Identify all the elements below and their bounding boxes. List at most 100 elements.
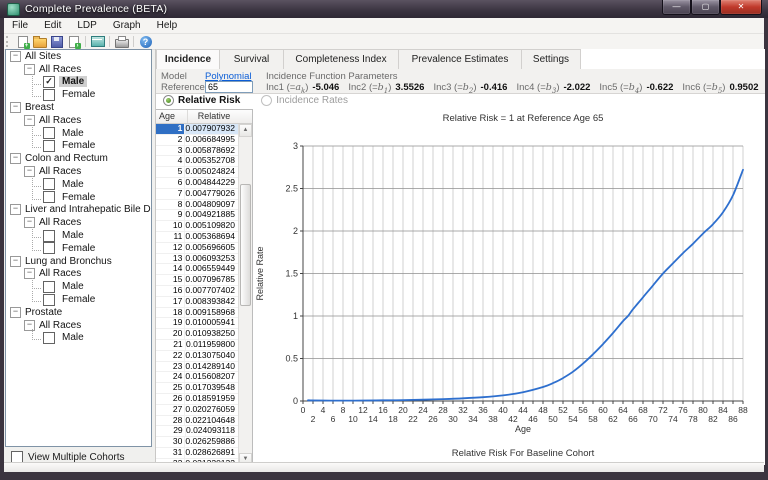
save-icon [51,36,63,48]
tree-race-row[interactable]: −All Races [6,268,151,281]
tree-race-row[interactable]: −All Races [6,63,151,76]
parameter-value: -0.416 [481,82,508,93]
tree-site-row[interactable]: −All Sites [6,50,151,63]
age-cell: 9 [156,210,185,220]
tree-sex-label[interactable]: Female [59,140,98,151]
sex-checkbox[interactable] [43,294,55,306]
sex-checkbox[interactable] [43,140,55,152]
table-row[interactable]: 70.004779026 [156,189,238,200]
sex-checkbox[interactable] [43,191,55,203]
age-cell: 27 [156,405,185,415]
matrix-window-button[interactable] [89,35,106,49]
print-button[interactable] [113,35,130,49]
site-tree[interactable]: −All Sites−All Races✓MaleFemale−Breast−A… [5,49,152,447]
tree-race-row[interactable]: −All Races [6,216,151,229]
x-tick-label: 24 [418,405,428,415]
tab-settings[interactable]: Settings [522,49,581,70]
tree-sex-label[interactable]: Female [59,243,98,254]
tab-completeness-index[interactable]: Completeness Index [284,49,399,70]
y-tick-label: 3 [293,141,298,151]
age-cell: 29 [156,426,186,436]
tree-sex-row[interactable]: Male [6,178,151,191]
new-file-button[interactable]: + [14,35,31,49]
tree-sex-row[interactable]: Female [6,191,151,204]
age-cell: 23 [156,362,185,372]
reference-age-input[interactable] [205,81,253,93]
tree-sex-label[interactable]: Female [59,89,98,100]
tree-sex-row[interactable]: Male [6,280,151,293]
tree-site-row[interactable]: −Liver and Intrahepatic Bile Duct [6,204,151,217]
table-row[interactable]: 20.006684995 [156,135,238,146]
tree-race-row[interactable]: −All Races [6,165,151,178]
tree-site-row[interactable]: −Prostate [6,306,151,319]
tree-sex-row[interactable]: Female [6,293,151,306]
relative-risk-column-header[interactable]: Relative Risk [188,110,240,123]
tree-sex-label[interactable]: Female [59,294,98,305]
tree-sex-row[interactable]: Female [6,242,151,255]
menu-edit[interactable]: Edit [36,19,69,32]
y-tick-label: 0 [293,396,298,406]
save-button[interactable] [48,35,65,49]
menu-file[interactable]: File [4,19,36,32]
tree-site-row[interactable]: −Lung and Bronchus [6,255,151,268]
open-folder-button[interactable] [31,35,48,49]
minimize-button[interactable]: — [662,0,691,15]
scrollbar-thumb[interactable] [240,184,251,306]
title-bar[interactable]: Complete Prevalence (BETA) —▢✕ [0,0,768,18]
tree-sex-row[interactable]: Female [6,140,151,153]
sex-checkbox[interactable]: ✓ [43,76,55,88]
collapse-icon[interactable]: − [10,153,21,164]
collapse-icon[interactable]: − [10,256,21,267]
table-row[interactable]: 170.008393842 [156,297,238,308]
tree-sex-label[interactable]: Female [59,192,98,203]
menu-graph[interactable]: Graph [105,19,149,32]
tree-sex-label[interactable]: Male [59,76,87,87]
sex-checkbox[interactable] [43,332,55,344]
age-column-header[interactable]: Age [156,110,188,123]
relative-risk-cell: 0.004779026 [185,189,238,199]
tree-sex-row[interactable]: Female [6,88,151,101]
sex-checkbox[interactable] [43,89,55,101]
tree-sex-label[interactable]: Male [59,179,87,190]
table-row[interactable]: 120.005696605 [156,243,238,254]
tree-sex-row[interactable]: Male [6,332,151,345]
sex-checkbox[interactable] [43,230,55,242]
tree-sex-row[interactable]: ✓ Male [6,76,151,89]
export-file-button[interactable]: › [65,35,82,49]
table-scrollbar[interactable]: ▲ ▼ [238,124,252,466]
tree-site-row[interactable]: −Breast [6,101,151,114]
sex-checkbox[interactable] [43,242,55,254]
help-button[interactable]: ? [137,35,154,49]
collapse-icon[interactable]: − [10,307,21,318]
tree-sex-label[interactable]: Male [59,332,87,343]
sex-checkbox[interactable] [43,281,55,293]
tree-sex-row[interactable]: Male [6,229,151,242]
menu-help[interactable]: Help [149,19,186,32]
x-tick-label: 28 [438,405,448,415]
sex-checkbox[interactable] [43,127,55,139]
tree-sex-label[interactable]: Male [59,281,87,292]
relative-risk-cell: 0.004809097 [185,200,238,210]
scroll-up-icon[interactable]: ▲ [239,124,252,137]
tree-site-row[interactable]: −Colon and Rectum [6,152,151,165]
table-row[interactable]: 220.013075040 [156,351,238,362]
tab-survival[interactable]: Survival [220,49,284,70]
collapse-icon[interactable]: − [10,204,21,215]
close-button[interactable]: ✕ [720,0,762,15]
tree-sex-label[interactable]: Male [59,128,87,139]
tree-race-row[interactable]: −All Races [6,319,151,332]
tab-incidence[interactable]: Incidence [156,49,220,70]
maximize-button[interactable]: ▢ [691,0,720,15]
tree-sex-row[interactable]: Male [6,127,151,140]
table-row[interactable]: 270.020276059 [156,405,238,416]
collapse-icon[interactable]: − [10,51,21,62]
tree-sex-label[interactable]: Male [59,230,87,241]
tree-race-row[interactable]: −All Races [6,114,151,127]
app-icon [7,3,20,16]
menu-ldp[interactable]: LDP [69,19,104,32]
radio-relative-risk[interactable] [163,95,174,106]
sex-checkbox[interactable] [43,178,55,190]
tab-prevalence-estimates[interactable]: Prevalence Estimates [399,49,522,70]
collapse-icon[interactable]: − [10,102,21,113]
plus-badge-icon: › [75,43,81,49]
